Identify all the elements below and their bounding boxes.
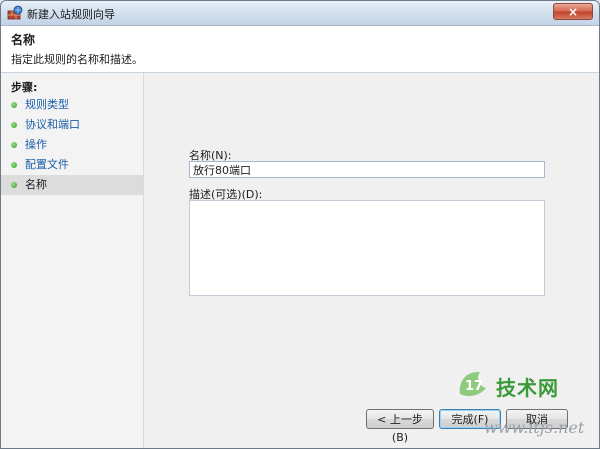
step-bullet-icon <box>11 162 17 168</box>
step-label: 名称 <box>25 178 47 191</box>
finish-button[interactable]: 完成(F) <box>439 409 501 429</box>
steps-panel: 步骤: 规则类型 协议和端口 操作 配置文件 名称 <box>1 73 144 448</box>
step-bullet-icon <box>11 182 17 188</box>
window-title: 新建入站规则向导 <box>27 8 115 21</box>
wizard-window: 新建入站规则向导 × 名称 指定此规则的名称和描述。 步骤: 规则类型 协议和端… <box>0 0 600 449</box>
cancel-button[interactable]: 取消 <box>506 409 568 429</box>
firewall-icon <box>7 5 23 20</box>
step-profile[interactable]: 配置文件 <box>1 155 143 175</box>
wizard-header: 名称 指定此规则的名称和描述。 <box>1 26 599 73</box>
title-bar[interactable]: 新建入站规则向导 × <box>1 1 599 26</box>
step-label: 规则类型 <box>25 98 69 111</box>
step-list: 规则类型 协议和端口 操作 配置文件 名称 <box>1 95 143 195</box>
step-name: 名称 <box>1 175 143 195</box>
step-label: 操作 <box>25 138 47 151</box>
step-label: 配置文件 <box>25 158 69 171</box>
step-rule-type[interactable]: 规则类型 <box>1 95 143 115</box>
step-label: 协议和端口 <box>25 118 80 131</box>
step-bullet-icon <box>11 142 17 148</box>
step-bullet-icon <box>11 122 17 128</box>
step-action[interactable]: 操作 <box>1 135 143 155</box>
close-icon: × <box>567 5 579 19</box>
steps-heading: 步骤: <box>11 81 38 94</box>
description-input[interactable] <box>189 200 545 296</box>
step-bullet-icon <box>11 102 17 108</box>
content-panel: 名称(N): 描述(可选)(D): < 上一步(B) 完成(F) 取消 <box>144 73 599 448</box>
name-input[interactable] <box>189 161 545 178</box>
back-button[interactable]: < 上一步(B) <box>366 409 434 444</box>
close-button[interactable]: × <box>553 3 593 20</box>
page-title: 名称 <box>11 33 36 47</box>
page-description: 指定此规则的名称和描述。 <box>11 53 143 66</box>
step-protocol-ports[interactable]: 协议和端口 <box>1 115 143 135</box>
